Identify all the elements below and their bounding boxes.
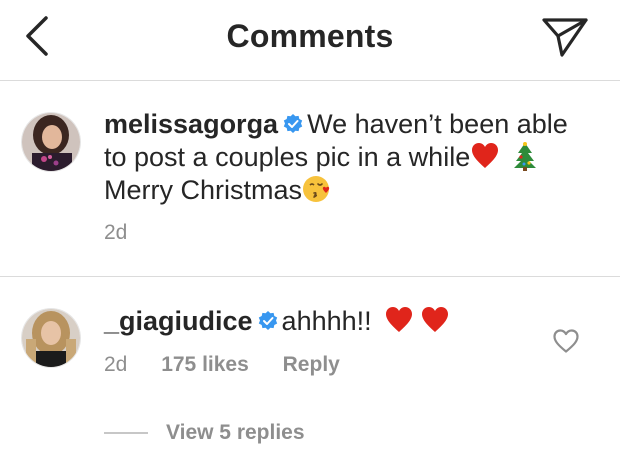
verified-badge-icon [283, 114, 303, 133]
header-bar: Comments [0, 0, 620, 80]
avatar[interactable] [22, 309, 80, 367]
comment-meta: 2d [104, 221, 155, 245]
comment-text-line3: Merry Christmas [104, 175, 303, 205]
share-button[interactable] [540, 16, 590, 58]
comment-username[interactable]: melissagorga [104, 109, 278, 139]
comment-meta: 2d 175 likes Reply [104, 353, 368, 377]
heart-outline-icon [553, 329, 579, 353]
likes-count[interactable]: 175 likes [161, 353, 249, 376]
christmas-tree-icon [514, 142, 537, 171]
header-divider [0, 80, 620, 81]
comment-text-line1: We haven’t been able [307, 109, 568, 139]
comment-body: _giagiudice ahhhh!! [104, 305, 544, 338]
replies-line-divider [104, 432, 148, 435]
view-replies-label: View 5 replies [166, 421, 305, 444]
red-heart-icon [472, 143, 499, 168]
comment-text-line2: to post a couples pic in a while [104, 142, 471, 172]
page-title: Comments [226, 18, 394, 54]
red-heart-icon [421, 307, 448, 332]
comment-timestamp: 2d [104, 353, 128, 376]
avatar[interactable] [22, 113, 80, 171]
paper-plane-icon [542, 18, 588, 57]
like-button[interactable] [552, 328, 580, 354]
reply-button[interactable]: Reply [283, 353, 340, 376]
kissing-face-icon [303, 176, 330, 202]
comment-divider [0, 276, 620, 277]
comment-text: ahhhh!! [281, 306, 372, 336]
comment-username[interactable]: _giagiudice [104, 306, 253, 336]
view-replies-button[interactable]: View 5 replies [104, 421, 305, 445]
red-heart-icon [385, 307, 412, 332]
comment-body: melissagorga We haven’t been able to post… [104, 108, 604, 207]
verified-badge-icon [258, 311, 277, 330]
comment-timestamp: 2d [104, 221, 128, 244]
